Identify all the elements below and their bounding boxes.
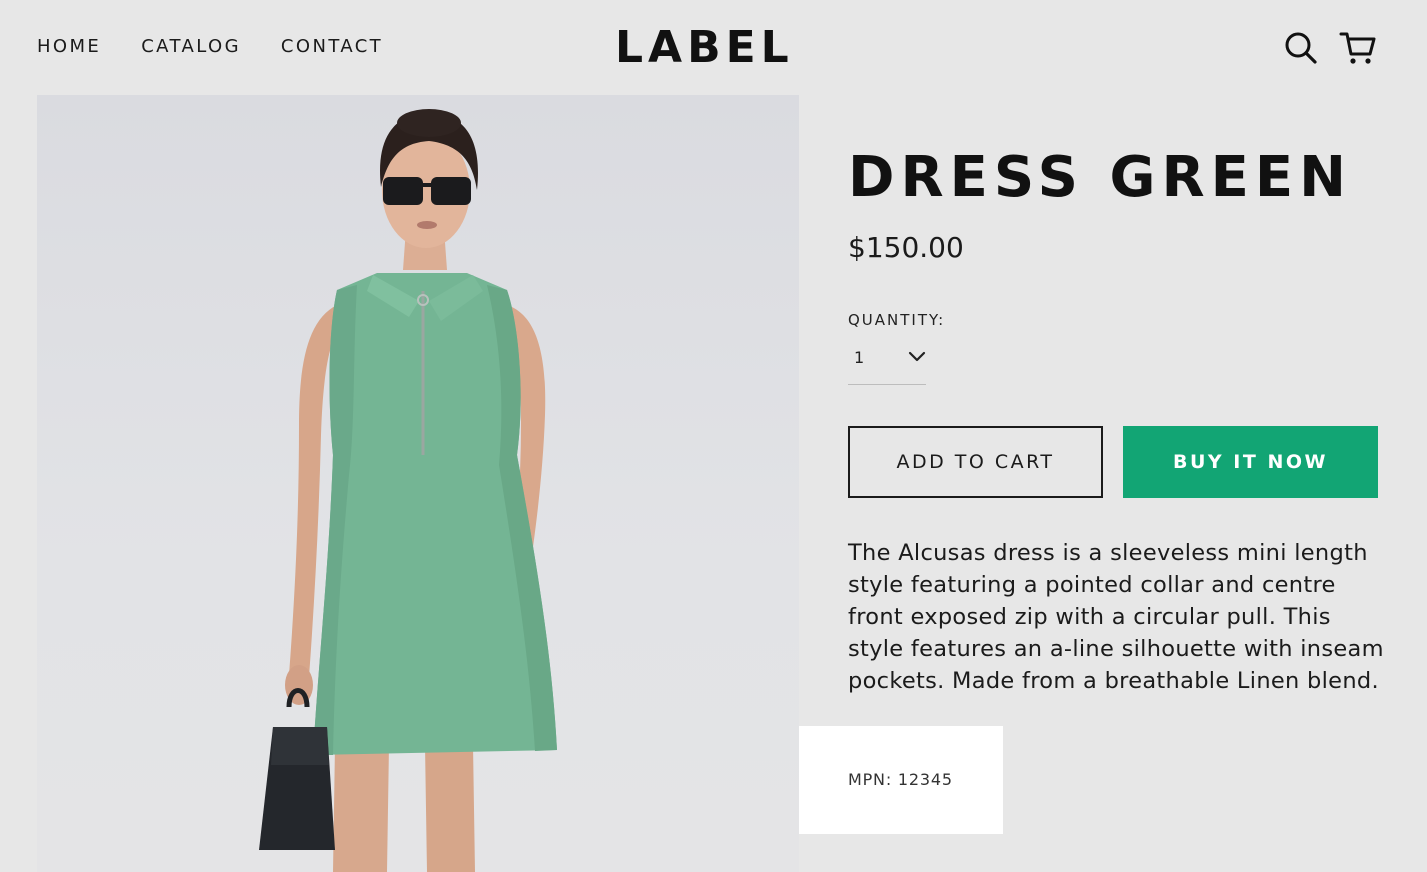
product-mpn: MPN: 12345 — [848, 770, 953, 789]
header-actions — [1283, 30, 1376, 66]
nav-home-link[interactable]: HOME — [37, 36, 101, 57]
product-title: DRESS GREEN — [848, 145, 1352, 210]
brand-logo[interactable]: LABEL — [615, 22, 794, 73]
mpn-panel: MPN: 12345 — [799, 726, 1003, 834]
quantity-label: QUANTITY: — [848, 311, 946, 329]
add-to-cart-button[interactable]: ADD TO CART — [848, 426, 1103, 498]
product-description: The Alcusas dress is a sleeveless mini l… — [848, 540, 1384, 694]
product-image — [37, 95, 799, 872]
quantity-value: 1 — [854, 348, 865, 367]
main-nav: HOME CATALOG CONTACT — [37, 36, 383, 57]
quantity-select[interactable]: 1 — [848, 340, 926, 385]
site-header: HOME CATALOG CONTACT LABEL — [0, 0, 1427, 95]
cart-icon[interactable] — [1339, 30, 1376, 66]
chevron-down-icon — [908, 350, 926, 364]
nav-catalog-link[interactable]: CATALOG — [141, 36, 241, 57]
product-price: $150.00 — [848, 231, 964, 264]
buy-it-now-button[interactable]: BUY IT NOW — [1123, 426, 1378, 498]
nav-contact-link[interactable]: CONTACT — [281, 36, 383, 57]
search-icon[interactable] — [1283, 30, 1319, 66]
